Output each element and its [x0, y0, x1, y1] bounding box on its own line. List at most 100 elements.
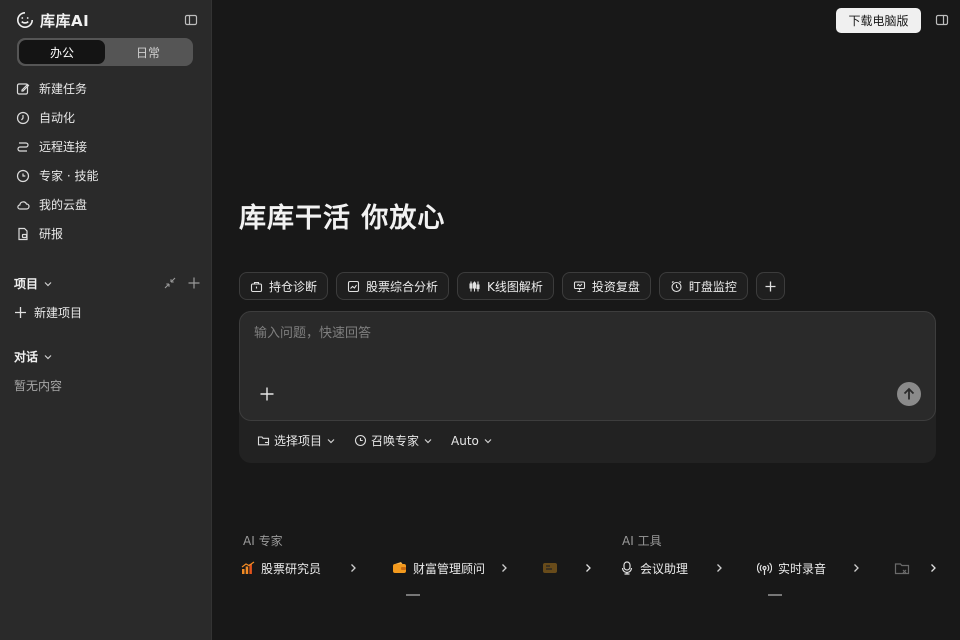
tool-live-recording[interactable]: 实时录音	[757, 558, 826, 578]
chip-market-monitor-label: 盯盘监控	[688, 279, 737, 294]
nav-automation-label: 自动化	[39, 111, 76, 125]
wallet-icon	[392, 561, 407, 575]
scroll-right-experts-icon[interactable]	[582, 562, 594, 574]
composer-options: 选择项目 召唤专家 Auto	[257, 432, 493, 449]
plus-icon	[764, 280, 777, 293]
hero-title: 库库干活 你放心	[239, 203, 446, 234]
bar-chart-icon	[241, 561, 255, 575]
add-chip-button[interactable]	[755, 272, 785, 300]
composer: 选择项目 召唤专家 Auto	[239, 311, 936, 463]
nav-remote-connect[interactable]: 远程连接	[12, 132, 202, 161]
send-arrow-icon[interactable]	[897, 382, 921, 406]
mode-switch: 办公 日常	[17, 38, 193, 66]
ai-experts-title: AI 专家	[243, 534, 283, 548]
plus-icon	[14, 306, 27, 319]
chip-kline-analysis[interactable]: K线图解析	[457, 272, 554, 300]
chevron-down-icon	[326, 436, 336, 446]
chevron-right-icon[interactable]	[713, 562, 725, 574]
timer-icon	[354, 434, 367, 447]
cloud-icon	[16, 198, 30, 212]
tool-meeting-assistant-label: 会议助理	[640, 561, 689, 576]
tool-meeting-assistant[interactable]: 会议助理	[620, 558, 688, 578]
nav-new-task[interactable]: 新建任务	[12, 74, 202, 103]
expert-wealth-advisor-label: 财富管理顾问	[413, 561, 486, 576]
nav-experts-skills-label: 专家 · 技能	[39, 169, 99, 183]
chevron-down-icon	[483, 436, 493, 446]
app-window: 库库AI 办公 日常 新建任务 自动化 远程连接 专家 · 技能 我的云盘 研报…	[0, 0, 960, 640]
tool-live-recording-label: 实时录音	[778, 561, 827, 576]
scroll-right-tools-icon[interactable]	[927, 562, 939, 574]
chevron-down-icon	[423, 436, 433, 446]
report-icon	[16, 227, 30, 241]
expert-stock-researcher[interactable]: 股票研究员	[241, 558, 321, 578]
faded-tool-icon	[894, 560, 910, 576]
collapse-sidebar-icon[interactable]	[183, 12, 199, 28]
collapse-all-icon[interactable]	[163, 276, 177, 290]
briefcase-icon	[250, 280, 263, 293]
select-project-label: 选择项目	[274, 434, 323, 448]
broadcast-icon	[757, 561, 772, 576]
conversations-empty-text: 暂无内容	[14, 379, 63, 393]
clock-icon	[16, 111, 30, 125]
chip-investment-review[interactable]: 投资复盘	[561, 272, 651, 300]
chip-kline-analysis-label: K线图解析	[487, 279, 543, 294]
edit-icon	[16, 82, 30, 96]
nav-experts-skills[interactable]: 专家 · 技能	[12, 161, 202, 190]
sidebar: 库库AI 办公 日常 新建任务 自动化 远程连接 专家 · 技能 我的云盘 研报…	[0, 0, 212, 640]
smiley-logo-icon	[16, 11, 34, 29]
main-panel: 下载电脑版 库库干活 你放心 持仓诊断 股票综合分析 K线图解析 投资复盘 盯盘…	[212, 0, 960, 640]
faded-expert-icon	[542, 560, 558, 576]
chevron-down-icon	[43, 352, 53, 362]
folder-icon	[257, 434, 270, 447]
brand[interactable]: 库库AI	[16, 10, 89, 30]
toggle-right-panel-icon[interactable]	[934, 12, 950, 28]
model-mode-label: Auto	[451, 433, 479, 448]
composer-input-box	[239, 311, 936, 421]
projects-actions	[163, 276, 201, 290]
conversations-title: 对话	[14, 350, 39, 364]
chip-stock-analysis-label: 股票综合分析	[366, 279, 439, 294]
nav-new-task-label: 新建任务	[39, 82, 88, 96]
nav-reports[interactable]: 研报	[12, 219, 202, 248]
microphone-icon	[620, 561, 634, 575]
add-project-icon[interactable]	[187, 276, 201, 290]
nav-my-cloud[interactable]: 我的云盘	[12, 190, 202, 219]
chevron-down-icon	[43, 279, 53, 289]
experts-page-indicator	[406, 594, 420, 596]
ai-tools-title: AI 工具	[622, 534, 662, 548]
download-desktop-button[interactable]: 下载电脑版	[836, 8, 921, 33]
nav-remote-connect-label: 远程连接	[39, 140, 88, 154]
chevron-right-icon[interactable]	[498, 562, 510, 574]
chart-icon	[347, 280, 360, 293]
question-input[interactable]	[254, 322, 874, 352]
chip-investment-review-label: 投资复盘	[591, 279, 640, 294]
summon-expert-label: 召唤专家	[371, 434, 420, 448]
link-icon	[16, 140, 30, 154]
nav-automation[interactable]: 自动化	[12, 103, 202, 132]
sidebar-nav: 新建任务 自动化 远程连接 专家 · 技能 我的云盘 研报	[12, 74, 202, 248]
chip-position-diagnosis-label: 持仓诊断	[269, 279, 318, 294]
candlestick-icon	[468, 280, 481, 293]
chip-market-monitor[interactable]: 盯盘监控	[658, 272, 748, 300]
presentation-icon	[573, 280, 586, 293]
new-project-button[interactable]: 新建项目	[14, 302, 82, 322]
attach-plus-icon[interactable]	[258, 385, 276, 403]
quick-action-chips: 持仓诊断 股票综合分析 K线图解析 投资复盘 盯盘监控	[239, 272, 785, 300]
alarm-icon	[670, 280, 683, 293]
chevron-right-icon[interactable]	[850, 562, 862, 574]
expert-wealth-advisor[interactable]: 财富管理顾问	[392, 558, 485, 578]
projects-title: 项目	[14, 277, 39, 291]
nav-reports-label: 研报	[39, 227, 64, 241]
chip-stock-analysis[interactable]: 股票综合分析	[336, 272, 450, 300]
mode-daily-tab[interactable]: 日常	[105, 40, 191, 64]
projects-header[interactable]: 项目	[14, 275, 53, 292]
summon-expert-dropdown[interactable]: 召唤专家	[354, 432, 433, 449]
select-project-dropdown[interactable]: 选择项目	[257, 432, 336, 449]
new-project-label: 新建项目	[34, 305, 83, 320]
conversations-header[interactable]: 对话	[14, 348, 53, 365]
mode-office-tab[interactable]: 办公	[19, 40, 105, 64]
timer-icon	[16, 169, 30, 183]
model-mode-dropdown[interactable]: Auto	[451, 434, 493, 448]
chevron-right-icon[interactable]	[347, 562, 359, 574]
chip-position-diagnosis[interactable]: 持仓诊断	[239, 272, 329, 300]
